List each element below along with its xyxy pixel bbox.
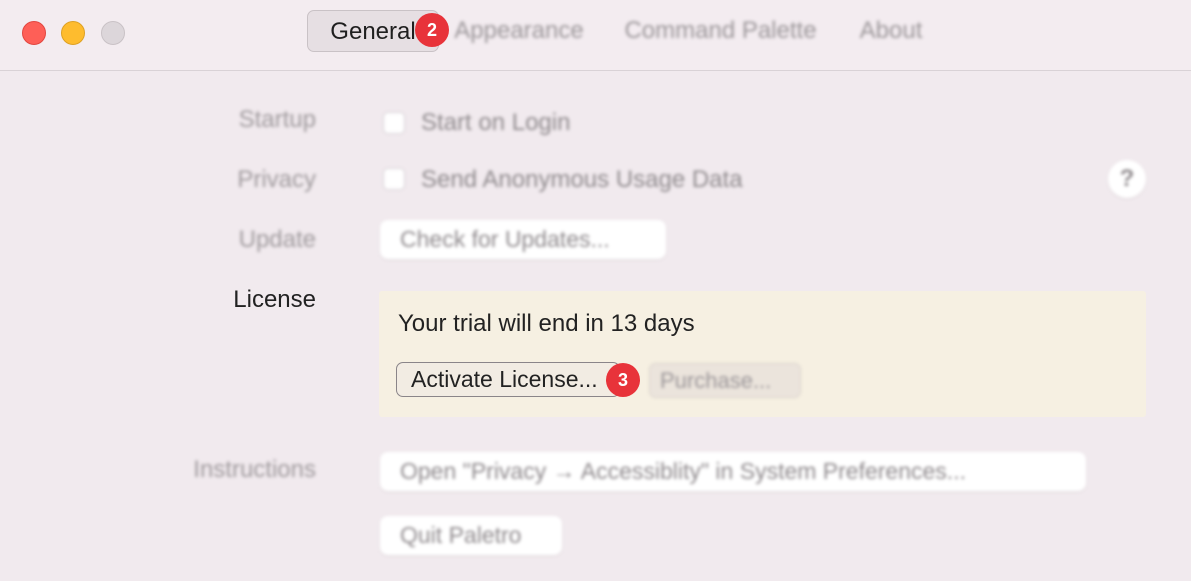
step-badge-3: 3 (606, 363, 640, 397)
tab-appearance[interactable]: Appearance (440, 10, 598, 52)
start-on-login-label: Start on Login (421, 109, 571, 136)
zoom-window-button[interactable] (101, 21, 125, 45)
quit-button[interactable]: Quit Paletro (380, 516, 562, 555)
trial-message: Your trial will end in 13 days (398, 310, 695, 337)
minimize-window-button[interactable] (61, 21, 85, 45)
activate-license-button[interactable]: Activate License... (396, 362, 620, 397)
check-for-updates-button[interactable]: Check for Updates... (380, 220, 666, 259)
open-accessibility-preferences-button[interactable]: Open "Privacy → Accessiblity" in System … (380, 452, 1086, 491)
tab-command-palette[interactable]: Command Palette (602, 10, 839, 52)
close-window-button[interactable] (22, 21, 46, 45)
start-on-login-checkbox[interactable] (383, 112, 405, 134)
step-badge-2: 2 (415, 13, 449, 47)
startup-label: Startup (238, 106, 316, 133)
usage-data-checkbox[interactable] (383, 168, 405, 190)
help-icon[interactable]: ? (1108, 160, 1146, 198)
purchase-button[interactable]: Purchase... (649, 363, 801, 398)
usage-data-label: Send Anonymous Usage Data (421, 166, 743, 193)
license-label: License (233, 286, 316, 313)
title-bar: General Appearance Command Palette About… (0, 0, 1191, 71)
tab-about[interactable]: About (843, 10, 939, 52)
instructions-label: Instructions (193, 456, 316, 483)
privacy-label: Privacy (237, 166, 316, 193)
update-label: Update (238, 226, 316, 253)
